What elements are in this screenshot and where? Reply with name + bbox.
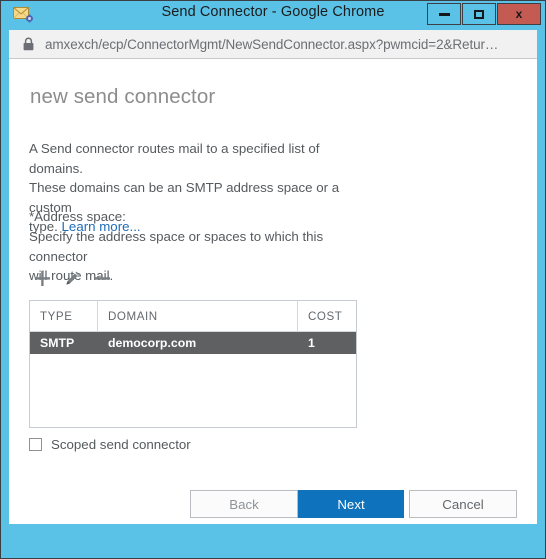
browser-window: Send Connector - Google Chrome x amxexch… — [0, 0, 546, 559]
lock-icon — [23, 37, 34, 51]
cell-type: SMTP — [40, 336, 75, 350]
url-text: amxexch/ecp/ConnectorMgmt/NewSendConnect… — [45, 36, 499, 52]
minimize-icon — [428, 4, 460, 24]
title-bar: Send Connector - Google Chrome x — [1, 1, 545, 29]
scoped-send-connector-checkbox[interactable]: Scoped send connector — [29, 437, 191, 452]
back-button[interactable]: Back — [190, 490, 298, 518]
edit-address-space-button[interactable] — [57, 268, 87, 294]
checkbox-box[interactable] — [29, 438, 42, 451]
close-icon: x — [515, 7, 523, 21]
page-title: new send connector — [30, 85, 216, 108]
column-header-cost: COST — [308, 309, 343, 323]
page-content: new send connector A Send connector rout… — [9, 59, 537, 524]
address-space-toolbar — [27, 267, 117, 295]
next-button[interactable]: Next — [298, 490, 404, 518]
scoped-send-connector-label: Scoped send connector — [51, 437, 191, 452]
close-button[interactable]: x — [497, 3, 541, 25]
address-space-help-line-1: Specify the address space or spaces to w… — [29, 229, 324, 264]
table-row[interactable]: SMTP democorp.com 1 — [30, 332, 356, 354]
minus-icon — [94, 270, 111, 292]
maximize-icon — [463, 4, 495, 24]
address-space-table: TYPE DOMAIN COST SMTP democorp.com 1 — [29, 300, 357, 428]
remove-address-space-button[interactable] — [87, 268, 117, 294]
intro-line-1: A Send connector routes mail to a specif… — [29, 141, 320, 176]
plus-icon — [34, 270, 51, 292]
cancel-button[interactable]: Cancel — [409, 490, 517, 518]
maximize-button[interactable] — [462, 3, 496, 25]
footer-buttons: Back Next Cancel — [9, 490, 537, 524]
minimize-button[interactable] — [427, 3, 461, 25]
address-space-label: *Address space: — [29, 209, 126, 224]
window-controls: x — [426, 3, 541, 27]
cell-cost: 1 — [308, 336, 315, 350]
column-header-domain: DOMAIN — [98, 301, 298, 331]
column-header-type: TYPE — [30, 301, 98, 331]
cell-domain: democorp.com — [108, 336, 197, 350]
pencil-icon — [64, 270, 81, 292]
table-header-row: TYPE DOMAIN COST — [30, 301, 356, 332]
add-address-space-button[interactable] — [27, 268, 57, 294]
address-bar[interactable]: amxexch/ecp/ConnectorMgmt/NewSendConnect… — [9, 30, 537, 59]
